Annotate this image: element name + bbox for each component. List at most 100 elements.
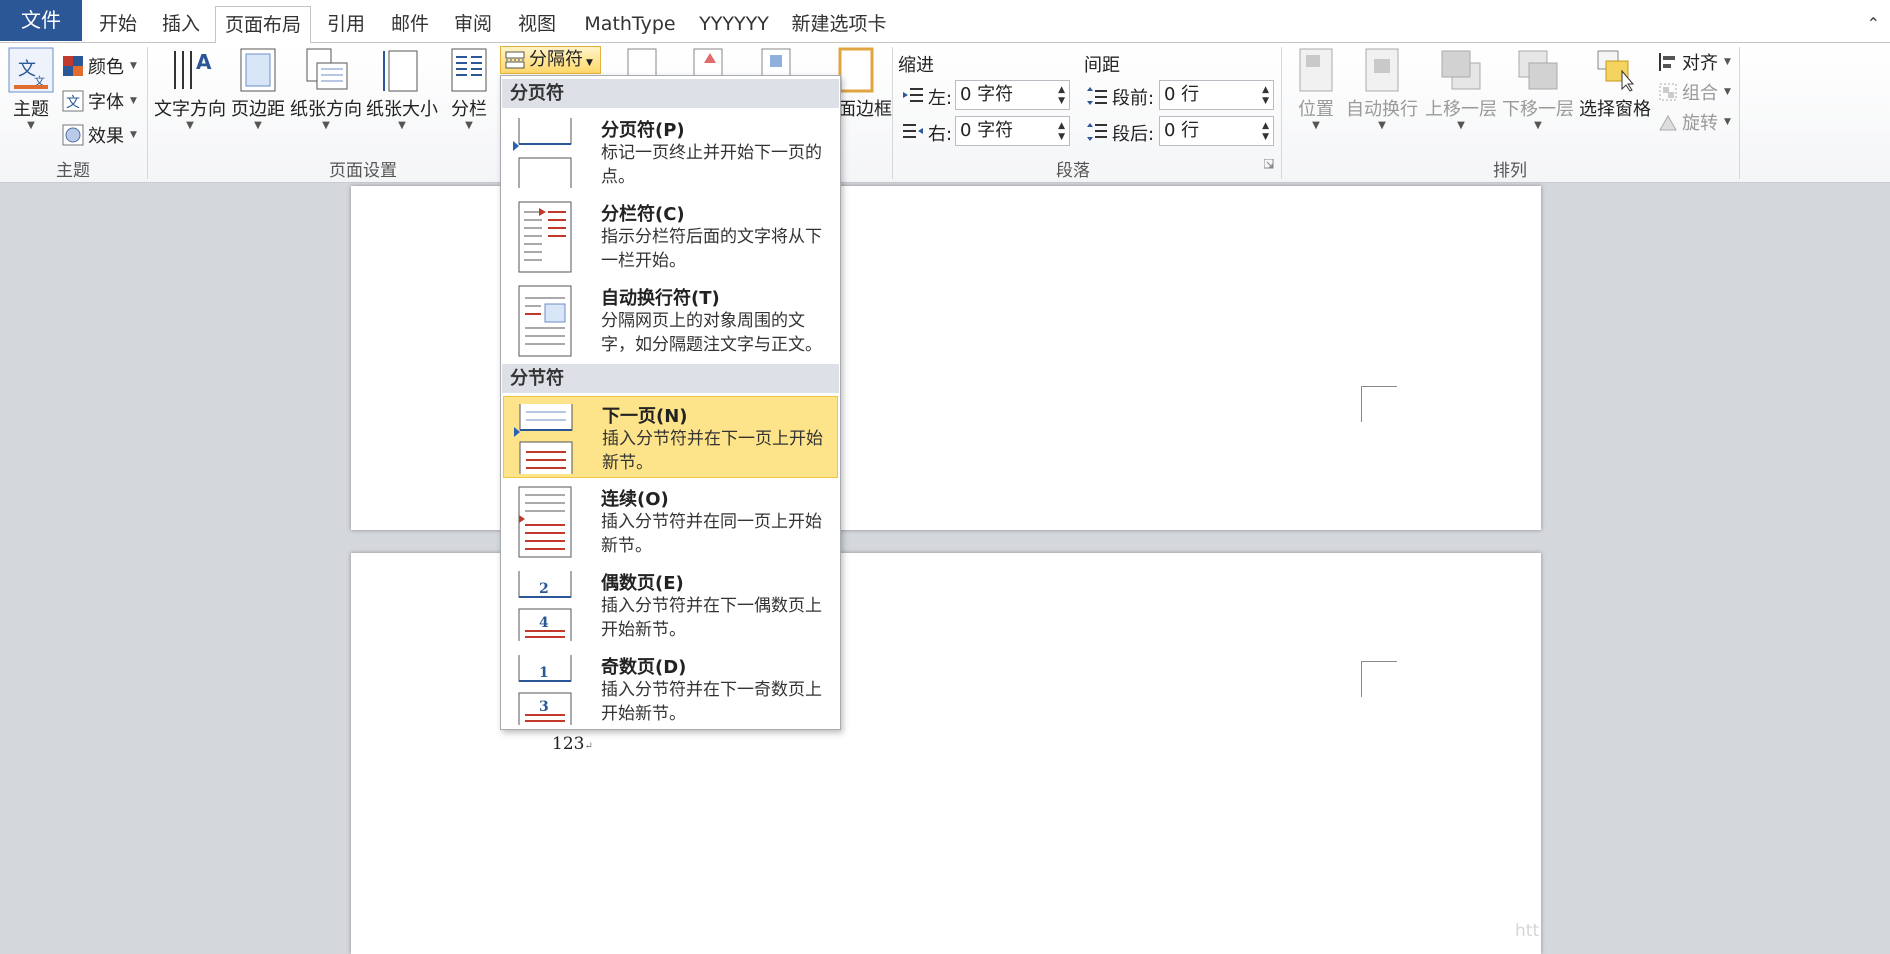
effects-icon (62, 124, 84, 146)
svg-text:4: 4 (539, 615, 549, 631)
menu-item-odd-page[interactable]: 1 3 奇数页(D) 插入分节符并在下一奇数页上开始新节。 (503, 648, 838, 730)
chevron-down-icon: ▼ (322, 120, 330, 131)
tab-view[interactable]: 视图 (507, 6, 567, 42)
breaks-button[interactable]: 分隔符 ▼ (500, 46, 601, 74)
odd-page-section-icon: 1 3 (518, 655, 572, 725)
menu-item-title: 偶数页(E) (601, 573, 684, 594)
selection-pane-icon (1597, 50, 1635, 92)
page-break-icon (518, 118, 572, 188)
chevron-down-icon: ▼ (186, 120, 194, 131)
spin-down-icon[interactable]: ▼ (1262, 133, 1269, 142)
spacing-after-icon (1087, 123, 1107, 141)
theme-colors-label: 颜色 (88, 57, 124, 78)
svg-text:1: 1 (539, 665, 549, 681)
margin-corner-mark (1361, 386, 1397, 422)
theme-fonts-button[interactable]: 文 字体 ▼ (62, 88, 137, 114)
menu-item-column-break[interactable]: 分栏符(C) 指示分栏符后面的文字将从下一栏开始。 (503, 195, 838, 277)
wrap-text-icon (1365, 48, 1399, 92)
menu-item-title: 分页符(P) (601, 120, 685, 141)
wrap-text-button[interactable]: 自动换行 ▼ (1344, 47, 1420, 131)
send-backward-button[interactable]: 下移一层 ▼ (1501, 47, 1575, 131)
svg-text:A: A (196, 50, 212, 74)
document-text[interactable]: 123↵ (552, 734, 593, 754)
margin-corner-mark (1361, 661, 1397, 697)
menu-item-next-page[interactable]: 下一页(N) 插入分节符并在下一页上开始新节。 (503, 396, 838, 478)
menu-item-title: 分栏符(C) (601, 204, 685, 225)
spin-down-icon[interactable]: ▼ (1262, 97, 1269, 106)
chevron-down-icon: ▼ (465, 120, 473, 131)
rotate-button[interactable]: 旋转 ▼ (1658, 109, 1731, 135)
themes-button[interactable]: 文 文 主题 ▼ (6, 47, 56, 131)
continuous-section-icon (518, 486, 572, 558)
tab-mailings[interactable]: 邮件 (380, 6, 440, 42)
tab-references[interactable]: 引用 (316, 6, 376, 42)
size-label: 纸张大小 (366, 99, 438, 120)
align-button[interactable]: 对齐 ▼ (1658, 49, 1731, 75)
themes-label: 主题 (13, 99, 49, 120)
position-button[interactable]: 位置 ▼ (1290, 47, 1342, 131)
spacing-before-value: 0 行 (1164, 84, 1200, 105)
bring-forward-icon (1441, 50, 1481, 90)
even-page-section-icon: 2 4 (518, 571, 572, 641)
position-label: 位置 (1298, 99, 1334, 120)
indent-left-input[interactable]: 0 字符 ▲ ▼ (955, 80, 1070, 110)
spin-up-icon[interactable]: ▲ (1058, 122, 1065, 131)
svg-text:文: 文 (66, 95, 80, 111)
bring-forward-button[interactable]: 上移一层 ▼ (1424, 47, 1498, 131)
indent-right-input[interactable]: 0 字符 ▲ ▼ (955, 116, 1070, 146)
tab-insert[interactable]: 插入 (151, 6, 211, 42)
tab-yyyyyy[interactable]: YYYYYY (690, 6, 778, 42)
group-objects-button[interactable]: 组合 ▼ (1658, 79, 1731, 105)
columns-button[interactable]: 分栏 ▼ (446, 47, 492, 131)
text-direction-button[interactable]: A 文字方向 ▼ (154, 47, 226, 131)
svg-text:2: 2 (539, 581, 549, 597)
spin-down-icon[interactable]: ▼ (1058, 133, 1065, 142)
size-button[interactable]: 纸张大小 ▼ (366, 47, 438, 131)
theme-group-label: 主题 (56, 161, 90, 181)
spin-up-icon[interactable]: ▲ (1058, 86, 1065, 95)
menu-item-description: 插入分节符并在下一偶数页上开始新节。 (601, 596, 822, 640)
align-label: 对齐 (1682, 53, 1718, 74)
paragraph-mark: ↵ (584, 741, 593, 752)
chevron-down-icon: ▼ (27, 120, 35, 131)
collapse-ribbon-icon[interactable]: ⌃ (1867, 14, 1880, 33)
selection-pane-button[interactable]: 选择窗格 (1578, 47, 1652, 121)
tab-new[interactable]: 新建选项卡 (785, 6, 893, 42)
ribbon-tab-bar: 文件 开始 插入 页面布局 引用 邮件 审阅 视图 MathType YYYYY… (0, 0, 1890, 44)
orientation-button[interactable]: 纸张方向 ▼ (290, 47, 362, 131)
spacing-before-input[interactable]: 0 行 ▲ ▼ (1159, 80, 1274, 110)
indent-left-value: 0 字符 (960, 84, 1014, 105)
menu-item-title: 下一页(N) (602, 406, 688, 427)
margins-icon (240, 48, 276, 92)
tab-home[interactable]: 开始 (88, 6, 148, 42)
group-icon (1659, 83, 1677, 101)
orientation-icon (306, 48, 348, 90)
indent-right-label: 右: (928, 124, 953, 145)
margins-button[interactable]: 页边距 ▼ (230, 47, 286, 131)
tab-page-layout[interactable]: 页面布局 (215, 6, 311, 44)
theme-effects-button[interactable]: 效果 ▼ (62, 122, 137, 148)
tab-review[interactable]: 审阅 (443, 6, 503, 42)
menu-item-page-break[interactable]: 分页符(P) 标记一页终止并开始下一页的点。 (503, 111, 838, 193)
menu-item-text-wrapping-break[interactable]: 自动换行符(T) 分隔网页上的对象周围的文字，如分隔题注文字与正文。 (503, 279, 838, 361)
ribbon: 文 文 主题 ▼ 颜色 ▼ 文 字体 ▼ 效果 ▼ 主题 A 文字方向 ▼ 页边距 ▼ (0, 43, 1890, 183)
tab-file[interactable]: 文件 (0, 0, 82, 41)
theme-colors-button[interactable]: 颜色 ▼ (62, 53, 137, 79)
align-icon (1659, 53, 1675, 71)
menu-item-description: 分隔网页上的对象周围的文字，如分隔题注文字与正文。 (601, 311, 822, 355)
columns-icon (451, 48, 487, 92)
spin-up-icon[interactable]: ▲ (1262, 122, 1269, 131)
colors-icon (63, 56, 83, 76)
dialog-launcher-icon[interactable] (1264, 159, 1274, 169)
spin-down-icon[interactable]: ▼ (1058, 97, 1065, 106)
next-page-section-icon (519, 404, 573, 474)
chevron-down-icon: ▼ (1378, 120, 1386, 131)
selection-pane-label: 选择窗格 (1579, 99, 1651, 120)
tab-mathtype[interactable]: MathType (575, 6, 685, 42)
page-borders-label: 面边框 (838, 99, 892, 120)
spacing-after-input[interactable]: 0 行 ▲ ▼ (1159, 116, 1274, 146)
menu-item-continuous[interactable]: 连续(O) 插入分节符并在同一页上开始新节。 (503, 480, 838, 562)
spin-up-icon[interactable]: ▲ (1262, 86, 1269, 95)
menu-item-even-page[interactable]: 2 4 偶数页(E) 插入分节符并在下一偶数页上开始新节。 (503, 564, 838, 646)
spacing-after-label: 段后: (1112, 124, 1155, 145)
